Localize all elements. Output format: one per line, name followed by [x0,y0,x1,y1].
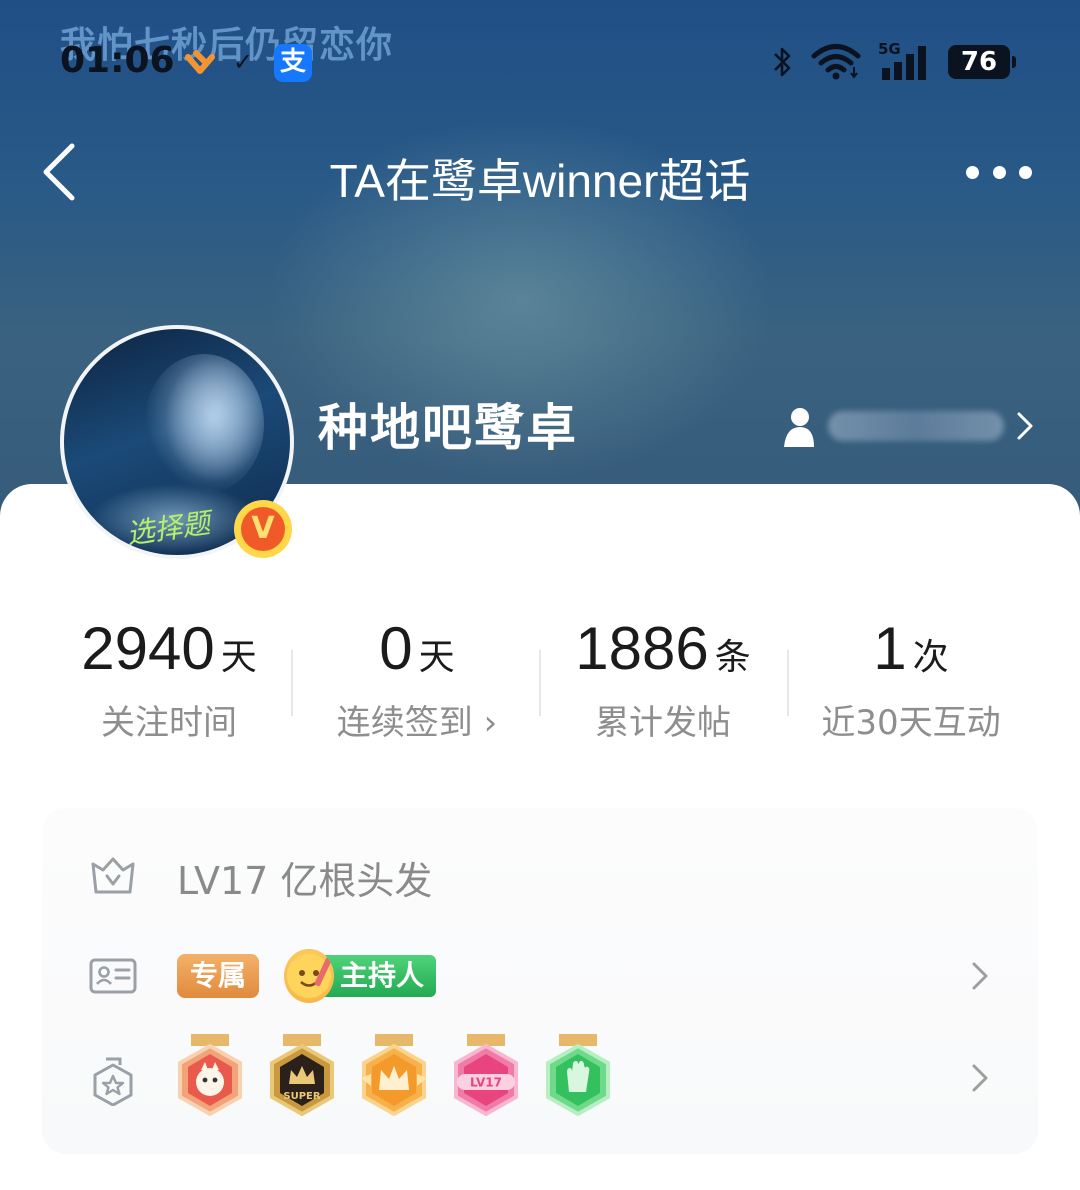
back-button[interactable] [38,140,88,204]
alipay-icon: 支 [274,44,312,82]
id-card-icon [89,958,137,994]
username: 种地吧鹭卓 [318,399,578,457]
rabbit-medal-icon [178,1034,242,1117]
lv17-medal-icon: LV17 [454,1034,518,1117]
super-medal-icon: SUPER [270,1034,334,1117]
stat-checkin[interactable]: 0天 连续签到 › [292,614,542,744]
stat-unit: 天 [418,637,455,678]
medal-list[interactable]: SUPER LV17 [177,1034,611,1120]
verified-glyph: V [241,507,285,551]
stat-divider [539,650,541,716]
battery-indicator: 76 [948,45,1016,79]
stat-follow-days: 2940 天 关注时间 [44,614,294,744]
host-tag-label: 主持人 [322,955,437,997]
hand-medal-icon [546,1034,610,1117]
badge-icon [93,1057,133,1106]
stat-label: 近30天互动 [821,703,1001,743]
stat-unit: 条 [714,637,751,678]
stat-label: 连续签到 › [336,703,498,743]
host-tag: 主持人 [284,949,437,1003]
stat-divider [787,650,789,716]
stat-unit: 次 [912,637,949,678]
crown-medal-icon [361,1034,427,1117]
more-dot-icon [992,165,1006,179]
page-title: TA在鹭卓winner超话 [329,155,751,207]
stat-value: 1886 [575,615,709,682]
host-link[interactable] [782,398,1034,454]
chevron-right-icon[interactable] [970,960,990,992]
verified-badge-icon: V [234,500,292,558]
exclusive-tag: 专属 [177,954,259,998]
lv-medal-label: LV17 [470,1076,502,1090]
person-icon [784,408,814,447]
level-text: LV17 亿根头发 [177,859,433,903]
status-time: 01:06 [60,40,175,81]
stat-label: 关注时间 [101,703,237,743]
crown-level-icon [91,857,135,894]
cellular-signal-icon: 5G [878,40,932,82]
stat-interactions: 1次 近30天互动 [786,614,1036,744]
chevron-right-icon[interactable] [970,1062,990,1094]
super-medal-label: SUPER [283,1091,320,1102]
more-dot-icon [966,165,979,179]
stat-value: 0 [379,615,413,682]
check-icon: ✓ [233,48,254,76]
status-bar: 我怕七秒后仍留恋你 01:06 ✓ 支 5G 76 [0,0,1080,110]
stat-label: 累计发帖 [595,703,731,743]
chevron-right-icon [1017,412,1033,440]
stat-unit: 天 [220,637,257,678]
host-emblem-icon [284,949,334,1003]
stat-value: 2940 [81,615,215,682]
info-panel: LV17 亿根头发 专属 主持人 SUPER LV17 [42,808,1038,1154]
stat-divider [291,650,293,716]
avatar-signature: 选择题 [124,506,213,551]
more-options-button[interactable] [966,158,1032,186]
wifi-icon [811,44,861,80]
stat-posts: 1886 条 累计发帖 [538,614,788,744]
bluetooth-icon [774,47,791,77]
heart-app-icon [185,50,215,74]
avatar-portrait [144,354,264,494]
more-dot-icon [1019,165,1032,179]
status-indicators: 5G 76 [772,40,1016,82]
blurred-name [828,411,1004,441]
stat-value: 1 [873,615,907,682]
